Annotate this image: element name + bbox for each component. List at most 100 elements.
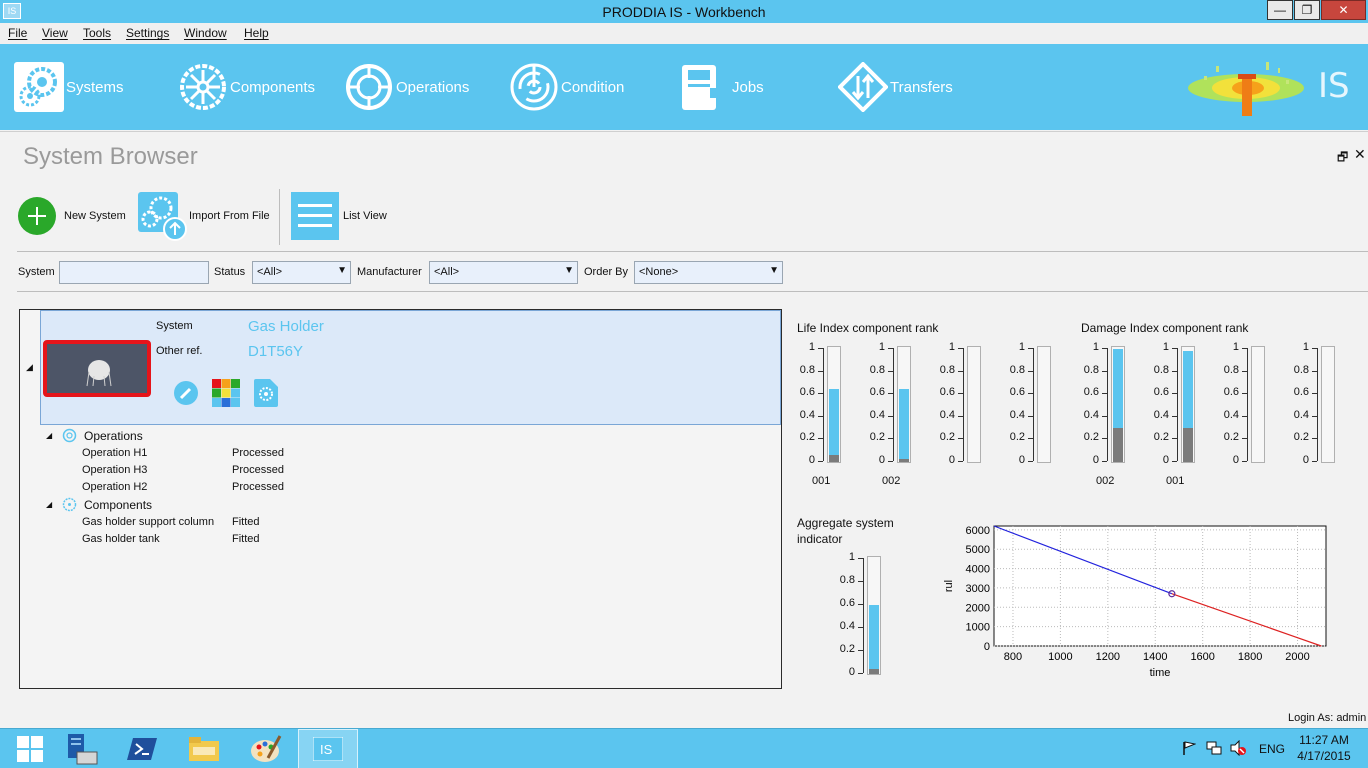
operation-name[interactable]: Operation H1	[82, 447, 147, 459]
taskbar-powershell[interactable]	[112, 729, 172, 768]
menu-view[interactable]: View	[42, 26, 68, 40]
flag-icon[interactable]	[1182, 741, 1196, 755]
taskbar-server-manager[interactable]	[52, 729, 112, 768]
document-gear-icon[interactable]	[254, 379, 278, 407]
component-status: Fitted	[232, 516, 260, 528]
components-collapse-icon[interactable]: ◢	[46, 500, 52, 509]
panel-restore-button[interactable]: 🗗	[1337, 148, 1348, 169]
component-name[interactable]: Gas holder support column	[82, 516, 214, 528]
operation-name[interactable]: Operation H2	[82, 481, 147, 493]
gauge-category-label: 002	[882, 475, 901, 487]
gauge-bar-base	[1113, 428, 1123, 462]
gauge-axis	[863, 558, 864, 673]
transfer-icon	[838, 62, 888, 112]
volume-muted-icon[interactable]	[1230, 740, 1246, 756]
maximize-button[interactable]: ❐	[1294, 0, 1320, 20]
menu-help[interactable]: Help	[244, 26, 269, 40]
ribbon-jobs[interactable]: Jobs	[680, 62, 764, 112]
gauge-tick-label: 0.4	[939, 408, 955, 421]
rul-line-chart: 800 1000 1200 1400 1600 1800 2000 0 1000 2000 3000…	[943, 525, 1327, 679]
clock[interactable]: 11:27 AM 4/17/2015	[1296, 733, 1352, 763]
gauge-tick-label: 0.4	[1153, 408, 1169, 421]
ribbon-systems-label: Systems	[66, 78, 124, 96]
close-button[interactable]: ✕	[1321, 0, 1366, 20]
ribbon-components[interactable]: Components	[178, 62, 315, 112]
toolbar-divider	[17, 251, 1368, 252]
components-node-label[interactable]: Components	[84, 498, 152, 512]
component-name[interactable]: Gas holder tank	[82, 533, 160, 545]
ribbon-operations-label: Operations	[396, 78, 470, 96]
clock-time: 11:27 AM	[1299, 733, 1349, 747]
operations-crosshair-icon	[62, 428, 77, 443]
gauge-tick-mark	[858, 673, 863, 674]
gauge-axis	[963, 348, 964, 461]
ribbon-condition[interactable]: Condition	[509, 62, 624, 112]
taskbar-paint[interactable]	[236, 729, 296, 768]
language-indicator[interactable]: ENG	[1259, 742, 1285, 756]
edit-icon[interactable]	[173, 380, 199, 406]
gauge-tick-label: 0	[1302, 454, 1309, 466]
new-system-label: New System	[64, 210, 126, 222]
paint-icon	[251, 735, 282, 762]
gauge-bar-base	[899, 459, 909, 462]
gauge-tick-mark	[1242, 461, 1247, 462]
gauge-tick-label: 1	[948, 341, 955, 353]
ribbon-systems[interactable]: Systems	[14, 62, 124, 112]
taskbar: IS	[0, 728, 1368, 768]
operation-name[interactable]: Operation H3	[82, 464, 147, 476]
gauge-track	[967, 346, 981, 463]
order-by-value: <None>	[639, 266, 679, 278]
x-axis-label: time	[1150, 667, 1171, 679]
minimize-button[interactable]: —	[1267, 0, 1293, 20]
chevron-down-icon: ▼	[564, 265, 574, 276]
page-title: System Browser	[23, 143, 198, 170]
system-card[interactable]	[40, 310, 781, 425]
order-by-select[interactable]: <None> ▼	[634, 261, 783, 284]
menu-settings[interactable]: Settings	[126, 26, 169, 40]
status-filter-select[interactable]: <All> ▼	[252, 261, 351, 284]
ribbon-transfers[interactable]: Transfers	[838, 62, 953, 112]
gauge-category-label: 001	[1166, 475, 1185, 487]
start-button[interactable]	[0, 729, 60, 768]
list-view-button[interactable]: List View	[291, 192, 387, 240]
menu-window[interactable]: Window	[184, 26, 227, 40]
gauge-tick-label: 0.6	[1009, 386, 1025, 399]
taskbar-proddia-is[interactable]: IS	[298, 729, 358, 768]
status-filter-label: Status	[214, 266, 246, 278]
window-title: PRODDIA IS - Workbench	[602, 4, 766, 20]
taskbar-file-explorer[interactable]	[174, 729, 234, 768]
menu-tools[interactable]: Tools	[83, 26, 111, 40]
collapse-arrow-icon[interactable]: ◢	[26, 362, 33, 373]
system-name-value: Gas Holder	[248, 318, 324, 335]
x-tick-label: 1000	[1048, 651, 1072, 663]
operations-node-label[interactable]: Operations	[84, 429, 143, 443]
x-tick-label: 2000	[1285, 651, 1309, 663]
plus-icon	[18, 197, 56, 235]
system-thumbnail[interactable]	[43, 340, 151, 397]
gauge-tick-label: 1	[1232, 341, 1239, 353]
gauge-axis	[1247, 348, 1248, 461]
gauge-axis	[1107, 348, 1108, 461]
gauge-tick-label: 0	[808, 454, 815, 466]
clipboard-icon	[682, 65, 716, 110]
ribbon-operations[interactable]: Operations	[344, 62, 469, 112]
gauge-track	[867, 556, 881, 675]
gas-holder-icon	[86, 360, 112, 387]
color-grid-icon[interactable]	[212, 379, 240, 407]
gauge-bar-fill	[869, 605, 879, 669]
manufacturer-filter-select[interactable]: <All> ▼	[429, 261, 578, 284]
gauge-tick-label: 0.8	[799, 363, 815, 376]
panel-close-button[interactable]: ✕	[1354, 146, 1366, 163]
network-icon[interactable]	[1206, 740, 1222, 756]
system-filter-input[interactable]	[59, 261, 209, 284]
damage-index-chart-title: Damage Index component rank	[1081, 321, 1249, 335]
gauge-tick-label: 0	[1092, 454, 1099, 466]
operations-collapse-icon[interactable]: ◢	[46, 431, 52, 440]
radar-icon	[510, 63, 558, 111]
menu-file[interactable]: File	[8, 26, 27, 40]
operation-status: Processed	[232, 481, 284, 493]
new-system-button[interactable]: New System	[17, 192, 126, 240]
import-from-file-button[interactable]: Import From File	[137, 192, 270, 241]
y-tick-label: 1000	[966, 622, 990, 634]
ribbon-condition-label: Condition	[561, 78, 625, 96]
